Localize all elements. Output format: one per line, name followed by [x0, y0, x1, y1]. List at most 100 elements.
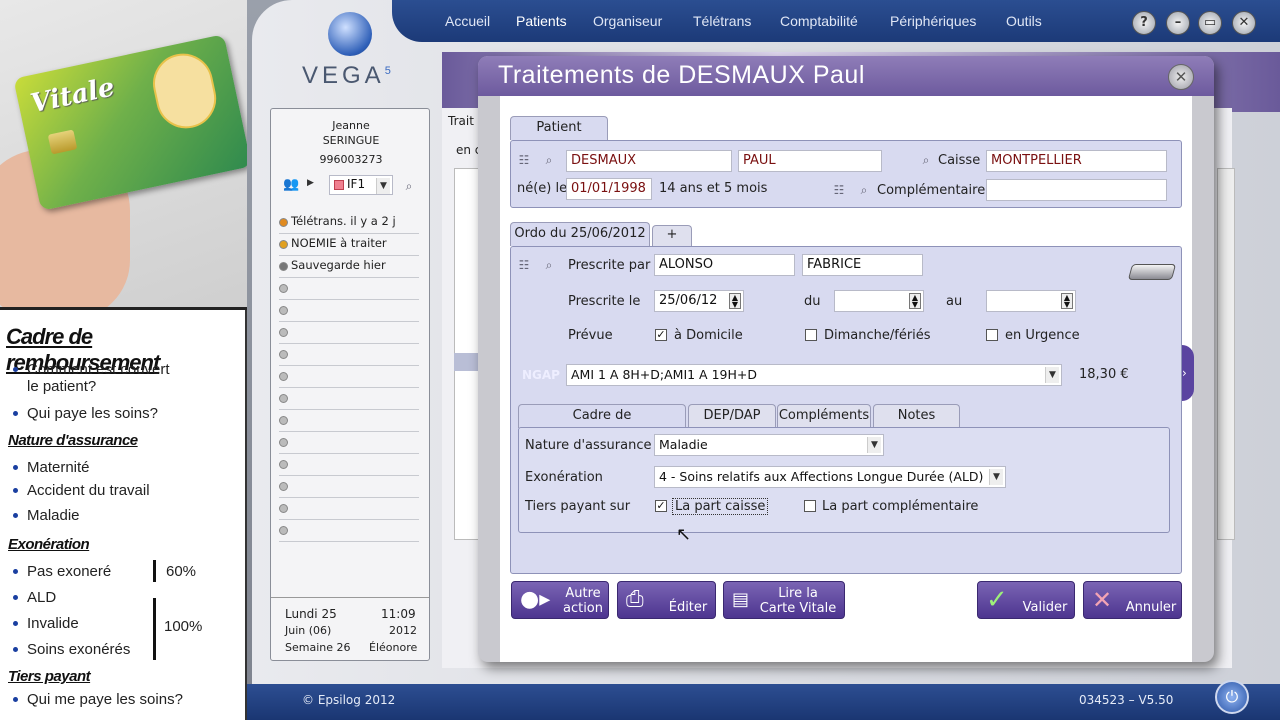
prescriber-first-name[interactable]: FABRICE — [802, 254, 923, 276]
logo-version: 5 — [384, 65, 395, 77]
card-list-icon[interactable]: ☷ — [516, 257, 532, 273]
alert-label: Sauvegarde hier — [291, 258, 386, 272]
user-first-name: Jeanne — [332, 119, 370, 132]
search-icon[interactable]: ⌕ — [541, 257, 557, 273]
divider — [271, 597, 429, 598]
autre-action-button[interactable]: ●▸ Autre action — [511, 581, 609, 619]
search-icon[interactable]: ⌕ — [401, 178, 417, 194]
tutorial-question-1: Comment est couvert le patient? — [13, 361, 170, 395]
part-complementaire-checkbox[interactable] — [804, 500, 816, 512]
caisse-label: Caisse — [938, 153, 981, 168]
calendar-spin-icon[interactable]: ▲ ▼ — [729, 293, 741, 309]
vitale-card-photo: Vitale — [0, 0, 247, 310]
ngap-dropdown[interactable]: AMI 1 A 8H+D;AMI1 A 19H+D ▼ — [566, 364, 1062, 386]
domicile-label[interactable]: à Domicile — [674, 328, 743, 343]
valider-button[interactable]: ✓ Valider — [977, 581, 1075, 619]
chevron-down-icon: ▼ — [376, 178, 390, 194]
nav-teletrans[interactable]: Télétrans — [693, 13, 751, 29]
nav-patients[interactable]: Patients — [516, 13, 567, 29]
part-caisse-label[interactable]: La part caisse — [672, 498, 769, 515]
autre-action-label: Autre action — [560, 586, 606, 616]
au-field[interactable]: ▲ ▼ — [986, 290, 1076, 312]
dialog-titlebar[interactable]: Traitements de DESMAUX Paul — [478, 56, 1214, 96]
card-list-icon[interactable]: ☷ — [831, 182, 847, 198]
dimanche-label[interactable]: Dimanche/fériés — [824, 328, 931, 343]
dialog-close-icon[interactable]: ✕ — [1168, 64, 1194, 90]
dimanche-checkbox[interactable] — [805, 329, 817, 341]
editer-button[interactable]: ⎙ Éditer — [617, 581, 716, 619]
saint-of-day[interactable]: Éléonore — [369, 641, 417, 654]
nature-value: Maladie — [659, 437, 708, 452]
status-dot-icon — [279, 240, 288, 249]
search-icon[interactable]: ⌕ — [541, 152, 557, 168]
tab-dep-dap[interactable]: DEP/DAP — [688, 404, 776, 428]
user-id: 996003273 — [319, 153, 383, 166]
maximize-icon[interactable]: ▭ — [1198, 11, 1222, 35]
prescrite-le-field[interactable]: 25/06/12 ▲ ▼ — [654, 290, 744, 312]
urgence-label[interactable]: en Urgence — [1005, 328, 1080, 343]
tab-complements[interactable]: Compléments — [777, 404, 871, 428]
nav-outils[interactable]: Outils — [1006, 13, 1042, 29]
tab-add[interactable]: + — [652, 225, 692, 246]
tab-notes[interactable]: Notes — [873, 404, 960, 428]
status-dot-icon — [279, 218, 288, 227]
logo-word: VEGA — [302, 62, 385, 89]
selector-value: IF1 — [347, 177, 366, 191]
empty-row — [279, 476, 419, 498]
expand-arrow-icon[interactable]: › — [1182, 345, 1194, 401]
du-field[interactable]: ▲ ▼ — [834, 290, 924, 312]
nav-accueil[interactable]: Accueil — [445, 13, 490, 29]
complementaire-field[interactable] — [986, 179, 1167, 201]
q1-line2: le patient? — [27, 378, 97, 395]
patient-last-name[interactable]: DESMAUX — [566, 150, 732, 172]
alert-item[interactable]: Télétrans. il y a 2 j — [279, 212, 419, 234]
tab-cadre-remboursement[interactable]: Cadre de remboursement — [518, 404, 686, 445]
urgence-checkbox[interactable] — [986, 329, 998, 341]
close-icon[interactable]: ✕ — [1232, 11, 1256, 35]
empty-row — [279, 520, 419, 542]
prescrite-le-value: 25/06/12 — [659, 293, 718, 308]
patient-first-name[interactable]: PAUL — [738, 150, 882, 172]
exoneration-dropdown[interactable]: 4 - Soins relatifs aux Affections Longue… — [654, 466, 1006, 488]
exo-heading: Exonération — [8, 536, 90, 553]
tiers-heading: Tiers payant — [8, 668, 91, 685]
editer-label: Éditer — [668, 600, 708, 615]
tab-ordo[interactable]: Ordo du 25/06/2012 — [510, 222, 650, 246]
minimize-icon[interactable]: – — [1166, 11, 1190, 35]
logo-orb-icon — [328, 12, 372, 56]
nav-peripheriques[interactable]: Périphériques — [890, 13, 976, 29]
calendar-spin-icon[interactable]: ▲ ▼ — [909, 293, 921, 309]
background-scrollbar[interactable] — [1217, 168, 1235, 540]
chevron-down-icon: ▼ — [1045, 367, 1059, 383]
tab-patient[interactable]: Patient — [510, 116, 608, 140]
empty-row — [279, 322, 419, 344]
card-reader-icon: ▤ — [732, 589, 750, 610]
domicile-checkbox[interactable]: ✓ — [655, 329, 667, 341]
scanner-icon[interactable] — [1127, 264, 1177, 280]
lire-carte-vitale-button[interactable]: ▤ Lire la Carte Vitale — [723, 581, 845, 619]
part-caisse-checkbox[interactable]: ✓ — [655, 500, 667, 512]
nature-assurance-dropdown[interactable]: Maladie ▼ — [654, 434, 884, 456]
card-list-icon[interactable]: ☷ — [516, 152, 532, 168]
search-icon[interactable]: ⌕ — [856, 182, 872, 198]
chevron-down-icon: ▼ — [867, 437, 881, 453]
annuler-button[interactable]: ✕ Annuler — [1083, 581, 1182, 619]
prescriber-last-name[interactable]: ALONSO — [654, 254, 795, 276]
nav-comptabilite[interactable]: Comptabilité — [780, 13, 858, 29]
status-dot-icon — [279, 416, 288, 425]
caisse-field[interactable]: MONTPELLIER — [986, 150, 1167, 172]
power-icon[interactable]: ⏻ — [1215, 680, 1249, 714]
status-dot-icon — [279, 504, 288, 513]
search-icon[interactable]: ⌕ — [918, 152, 934, 168]
calendar-spin-icon[interactable]: ▲ ▼ — [1061, 293, 1073, 309]
triangle-right-icon: ▶ — [307, 178, 314, 188]
birth-date-field[interactable]: 01/01/1998 — [566, 178, 652, 200]
alert-item[interactable]: Sauvegarde hier — [279, 256, 419, 278]
part-complementaire-label[interactable]: La part complémentaire — [822, 499, 978, 514]
help-icon[interactable]: ? — [1132, 11, 1156, 35]
selector-dropdown[interactable]: IF1 ▼ — [329, 175, 393, 195]
users-icon[interactable]: 👥 — [283, 177, 305, 193]
nav-organiseur[interactable]: Organiseur — [593, 13, 662, 29]
alert-item[interactable]: NOEMIE à traiter — [279, 234, 419, 256]
background-tab-label[interactable]: Trait — [448, 114, 474, 128]
